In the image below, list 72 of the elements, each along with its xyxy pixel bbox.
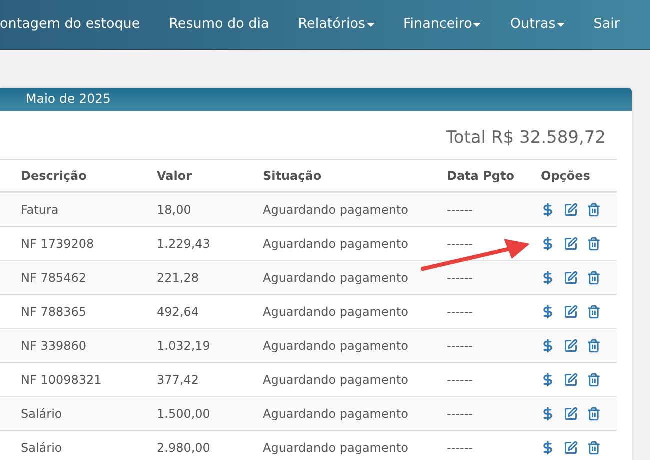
table-cell-text: 492,64 [157,304,200,320]
edit-icon[interactable] [564,440,578,454]
edit-icon[interactable] [564,202,578,216]
edit-icon[interactable] [564,338,578,352]
table-cell-text: NF 10098321 [21,372,103,388]
caret-icon [366,22,374,26]
table-cell-text: Aguardando pagamento [263,338,410,354]
table-cell-text: NF 788365 [21,304,88,320]
table-cell-text: 1.500,00 [157,406,212,422]
trash-icon[interactable] [587,236,601,250]
table-cell-text: ------ [447,236,474,252]
dollar-icon[interactable] [541,440,555,454]
table-cell-text: Aguardando pagamento [263,236,410,252]
dollar-icon[interactable] [541,202,555,216]
table-cell-text: 1.229,43 [157,236,212,252]
nav-link[interactable]: Financeiro [404,14,482,35]
trash-icon[interactable] [587,304,601,318]
edit-icon[interactable] [564,304,578,318]
dollar-icon[interactable] [541,406,555,420]
trash-icon[interactable] [587,406,601,420]
nav-link[interactable]: ontagem do estoque [0,14,140,35]
column-header: Opções [541,168,592,184]
table-cell-text: 1.032,19 [157,338,212,354]
edit-icon[interactable] [564,236,578,250]
table-cell-text: ------ [447,270,474,286]
column-header: Valor [157,168,194,184]
table-cell-text: 2.980,00 [157,440,212,456]
dollar-icon[interactable] [541,338,555,352]
table-cell-text: ------ [447,304,474,320]
table-cell-text: Aguardando pagamento [263,372,410,388]
table-cell-text: ------ [447,440,474,456]
dollar-icon[interactable] [541,270,555,284]
column-header: Situação [263,168,323,184]
table-cell-text: ------ [447,406,474,422]
table-cell-text: ------ [447,372,474,388]
caret-icon [556,22,565,26]
table-cell-text: Aguardando pagamento [263,202,410,218]
trash-icon[interactable] [587,372,601,386]
table-cell-text: NF 1739208 [21,236,96,252]
table-cell-text: Fatura [21,202,60,218]
total-amount: Total R$ 32.589,72 [446,127,606,150]
table-cell-text: Aguardando pagamento [263,270,410,286]
nav-link[interactable]: Resumo do dia [169,14,270,35]
caret-icon [473,22,482,26]
nav-link[interactable]: Relatórios [298,14,374,35]
table-cell-text: 221,28 [157,270,200,286]
table-cell-text: Salário [21,406,64,422]
dollar-icon[interactable] [541,236,555,250]
table-cell-text: 18,00 [157,202,192,218]
table-cell-text: NF 785462 [21,270,88,286]
column-header: Data Pgto [447,168,516,184]
dollar-icon[interactable] [541,304,555,318]
table-cell-text: ------ [447,202,474,218]
table-cell-text: Aguardando pagamento [263,304,410,320]
table-cell-text: NF 339860 [21,338,88,354]
dollar-icon[interactable] [541,372,555,386]
table-cell-text: Aguardando pagamento [263,406,410,422]
column-header: Descrição [21,168,88,184]
edit-icon[interactable] [564,372,578,386]
table-cell-text: Aguardando pagamento [263,440,410,456]
trash-icon[interactable] [587,338,601,352]
trash-icon[interactable] [587,202,601,216]
trash-icon[interactable] [587,270,601,284]
trash-icon[interactable] [587,440,601,454]
panel-title: Maio de 2025 [26,90,111,108]
table-cell-text: Salário [21,440,64,456]
nav-link[interactable]: Sair [594,14,620,35]
table-cell-text: ------ [447,338,474,354]
edit-icon[interactable] [564,270,578,284]
edit-icon[interactable] [564,406,578,420]
table-cell-text: 377,42 [157,372,200,388]
nav-link[interactable]: Outras [510,14,565,35]
